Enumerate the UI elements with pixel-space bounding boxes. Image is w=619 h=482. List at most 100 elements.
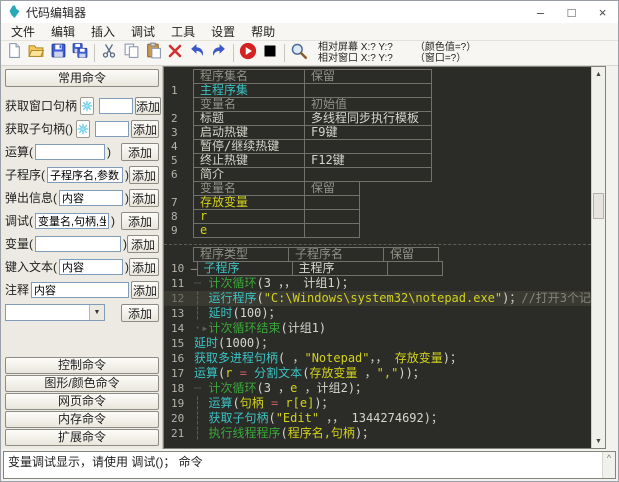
save-all-button[interactable] xyxy=(69,42,91,64)
minimize-button[interactable]: – xyxy=(525,1,556,23)
editor-line-12[interactable]: 12 ┆ 运行程序("C:\Windows\system32\notepad.ex… xyxy=(164,291,591,306)
editor-line-5[interactable]: 5 终止热键 F12键 xyxy=(164,153,591,168)
code-text: ┆ 获取子句柄("Edit" ，， 1344274692)； xyxy=(194,411,443,425)
editor-line-4[interactable]: 4 暂停/继续热键 xyxy=(164,139,591,154)
undo-button[interactable] xyxy=(186,42,208,64)
new-file-button[interactable] xyxy=(3,42,25,64)
editor-line-15[interactable]: 15 延时(1000)； xyxy=(164,336,591,351)
debug-output-area[interactable]: 变量调试显示，请使用 调试()； 命令 ^ xyxy=(3,451,616,479)
category-button-3[interactable]: 内存命令 xyxy=(5,411,159,428)
pick-target-button[interactable] xyxy=(76,119,90,138)
command-input-3[interactable] xyxy=(47,166,123,183)
command-row-1: 获取子句柄() 添加 xyxy=(5,118,159,139)
open-folder-button[interactable] xyxy=(25,42,47,64)
add-button-6[interactable]: 添加 xyxy=(127,234,159,253)
category-button-4[interactable]: 扩展命令 xyxy=(5,429,159,446)
category-button-1[interactable]: 图形/颜色命令 xyxy=(5,375,159,392)
editor-line-19[interactable]: 19 ┆ 运算(句柄 = r[e])； xyxy=(164,396,591,411)
save-button[interactable] xyxy=(47,42,69,64)
add-button-8[interactable]: 添加 xyxy=(131,280,159,299)
scrollbar-up-arrow[interactable]: ▲ xyxy=(592,67,605,81)
cut-button[interactable] xyxy=(98,42,120,64)
editor-line-3[interactable]: 3 启动热键 F9键 xyxy=(164,125,591,140)
menu-item-0[interactable]: 文件 xyxy=(3,23,43,40)
editor-line-header[interactable]: 程序类型 子程序名 保留 xyxy=(164,247,591,262)
editor-line-header[interactable]: 变量名 保留 xyxy=(164,181,591,196)
add-button-9[interactable]: 添加 xyxy=(121,303,159,322)
line-number xyxy=(164,181,194,196)
delete-button[interactable] xyxy=(164,42,186,64)
menu-item-2[interactable]: 插入 xyxy=(83,23,123,40)
command-input-1[interactable] xyxy=(95,120,129,137)
table-cell: 子程序 xyxy=(196,261,293,276)
title-bar: 代码编辑器 – □ × xyxy=(1,1,618,23)
command-label: 获取子句柄() xyxy=(5,122,73,136)
menu-item-4[interactable]: 工具 xyxy=(163,23,203,40)
editor-line-13[interactable]: 13 ┆ 延时(100)； xyxy=(164,306,591,321)
command-input-2[interactable] xyxy=(35,143,105,160)
command-input-8[interactable] xyxy=(31,281,130,298)
status-scrollbar[interactable]: ^ xyxy=(602,452,615,478)
editor-vertical-scrollbar[interactable]: ▲ ▼ xyxy=(591,67,605,448)
paste-button[interactable] xyxy=(142,42,164,64)
command-label: 子程序( xyxy=(5,168,45,182)
editor-line-6[interactable]: 6 简介 xyxy=(164,167,591,182)
menu-item-5[interactable]: 设置 xyxy=(203,23,243,40)
scrollbar-thumb[interactable] xyxy=(593,193,604,219)
add-button-1[interactable]: 添加 xyxy=(131,119,159,138)
editor-line-2[interactable]: 2 标题 多线程同步执行模板 xyxy=(164,111,591,126)
redo-button[interactable] xyxy=(208,42,230,64)
add-button-2[interactable]: 添加 xyxy=(121,142,159,161)
editor-line-16[interactable]: 16 获取多进程句柄( ，"Notepad"，， 存放变量)； xyxy=(164,351,591,366)
add-button-5[interactable]: 添加 xyxy=(121,211,159,230)
add-button-4[interactable]: 添加 xyxy=(129,188,159,207)
command-input-6[interactable] xyxy=(35,235,121,252)
table-cell: 子程序名 xyxy=(288,247,384,262)
category-button-2[interactable]: 网页命令 xyxy=(5,393,159,410)
command-input-7[interactable] xyxy=(59,258,123,275)
add-button-0[interactable]: 添加 xyxy=(135,96,162,115)
editor-line-header[interactable]: 程序集名 保留 xyxy=(164,69,591,84)
menu-item-3[interactable]: 调试 xyxy=(123,23,163,40)
editor-line-1[interactable]: 1 主程序集 xyxy=(164,83,591,98)
editor-line-header[interactable]: 变量名 初始值 xyxy=(164,97,591,112)
editor-line-18[interactable]: 18 ┄ 计次循环(3 ，e ，计组2)； xyxy=(164,381,591,396)
command-input-5[interactable] xyxy=(35,212,109,229)
category-button-0[interactable]: 控制命令 xyxy=(5,357,159,374)
command-row-2: 运算() 添加 xyxy=(5,141,159,162)
table-cell: 保留 xyxy=(304,69,432,84)
scrollbar-track[interactable] xyxy=(592,81,605,434)
add-button-7[interactable]: 添加 xyxy=(129,257,159,276)
command-input-0[interactable] xyxy=(99,97,134,114)
editor-line-7[interactable]: 7 存放变量 xyxy=(164,195,591,210)
editor-line-17[interactable]: 17 运算(r = 分割文本(存放变量 ，","))； xyxy=(164,366,591,381)
code-editor[interactable]: 程序集名 保留 1 主程序集 变量名 初始值 2 标题 多线程同步执行模板 3 启动热键 F9键 4 暂停… xyxy=(163,66,606,449)
menu-item-1[interactable]: 编辑 xyxy=(43,23,83,40)
editor-line-8[interactable]: 8r xyxy=(164,209,591,224)
maximize-button[interactable]: □ xyxy=(556,1,587,23)
find-button[interactable] xyxy=(288,42,310,64)
stop-button[interactable] xyxy=(259,42,281,64)
command-dropdown[interactable]: ▼ xyxy=(5,304,105,321)
app-window: 代码编辑器 – □ × 文件 编辑 插入 调试 工具 设置 帮助 相对屏幕 X:? Y:? （… xyxy=(0,0,619,482)
code-text: ┆ 延时(100)； xyxy=(194,306,281,320)
run-button[interactable] xyxy=(237,42,259,64)
pick-target-button[interactable] xyxy=(80,96,95,115)
editor-line-11[interactable]: 11 ┄ 计次循环(3 ，， 计组1)； xyxy=(164,276,591,291)
menu-item-6[interactable]: 帮助 xyxy=(243,23,283,40)
common-commands-button[interactable]: 常用命令 xyxy=(5,69,159,87)
table-cell: 保留 xyxy=(383,247,439,262)
table-cell: r xyxy=(193,209,305,224)
scrollbar-down-arrow[interactable]: ▼ xyxy=(592,434,605,448)
command-input-4[interactable] xyxy=(59,189,123,206)
add-button-3[interactable]: 添加 xyxy=(129,165,159,184)
close-button[interactable]: × xyxy=(587,1,618,23)
table-cell: 主程序 xyxy=(291,261,388,276)
editor-line-21[interactable]: 21 ┆ 执行线程程序(程序名,句柄)； xyxy=(164,426,591,441)
editor-line-10[interactable]: 10 – 子程序 主程序 xyxy=(164,261,591,276)
table-cell: 多线程同步执行模板 xyxy=(304,111,432,126)
copy-button[interactable] xyxy=(120,42,142,64)
editor-line-9[interactable]: 9e xyxy=(164,223,591,238)
editor-line-14[interactable]: 14 ·▸计次循环结束(计组1) xyxy=(164,321,591,336)
editor-line-20[interactable]: 20 ┆ 获取子句柄("Edit" ，， 1344274692)； xyxy=(164,411,591,426)
